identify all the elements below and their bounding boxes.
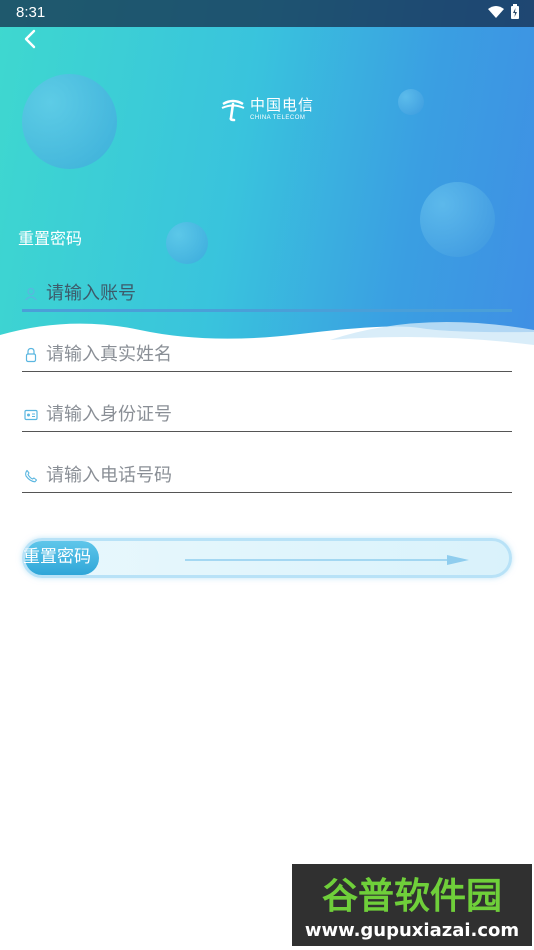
watermark-cn: 谷普软件园 xyxy=(322,876,502,917)
brand-name-cn: 中国电信 xyxy=(250,95,315,114)
id-number-input[interactable] xyxy=(46,404,486,425)
phone-field xyxy=(22,459,512,493)
decor-bubble-right xyxy=(420,182,495,257)
brand-name-en: CHINA TELECOM xyxy=(250,114,306,121)
id-card-icon xyxy=(22,406,40,424)
account-input[interactable] xyxy=(46,283,486,304)
status-time: 8:31 xyxy=(16,4,46,21)
status-bar: 8:31 xyxy=(0,0,534,27)
phone-icon xyxy=(22,467,40,485)
id-number-field xyxy=(22,398,512,432)
battery-charging-icon xyxy=(510,4,520,24)
wifi-icon xyxy=(488,5,504,23)
telecom-emblem-icon xyxy=(221,99,245,122)
real-name-field xyxy=(22,338,512,372)
china-telecom-logo: 中国电信 CHINA TELECOM xyxy=(220,96,314,122)
watermark-url: www.gupuxiazai.com xyxy=(305,920,519,941)
account-field xyxy=(22,278,512,312)
reset-password-slider[interactable]: 重置密码 xyxy=(22,538,512,578)
reset-password-label: 重置密码 xyxy=(23,547,91,567)
chevron-left-icon xyxy=(24,29,36,49)
back-button[interactable] xyxy=(14,27,46,51)
lock-icon xyxy=(22,346,40,364)
decor-bubble-large xyxy=(22,74,117,169)
real-name-input[interactable] xyxy=(46,344,486,365)
arrow-right-icon xyxy=(185,555,469,565)
user-icon xyxy=(22,285,40,303)
watermark-logo: 谷普软件园 www.gupuxiazai.com xyxy=(292,864,532,946)
decor-bubble-small xyxy=(398,89,424,115)
page-title: 重置密码 xyxy=(18,229,83,248)
phone-input[interactable] xyxy=(46,465,486,486)
decor-bubble-mid xyxy=(166,222,208,264)
